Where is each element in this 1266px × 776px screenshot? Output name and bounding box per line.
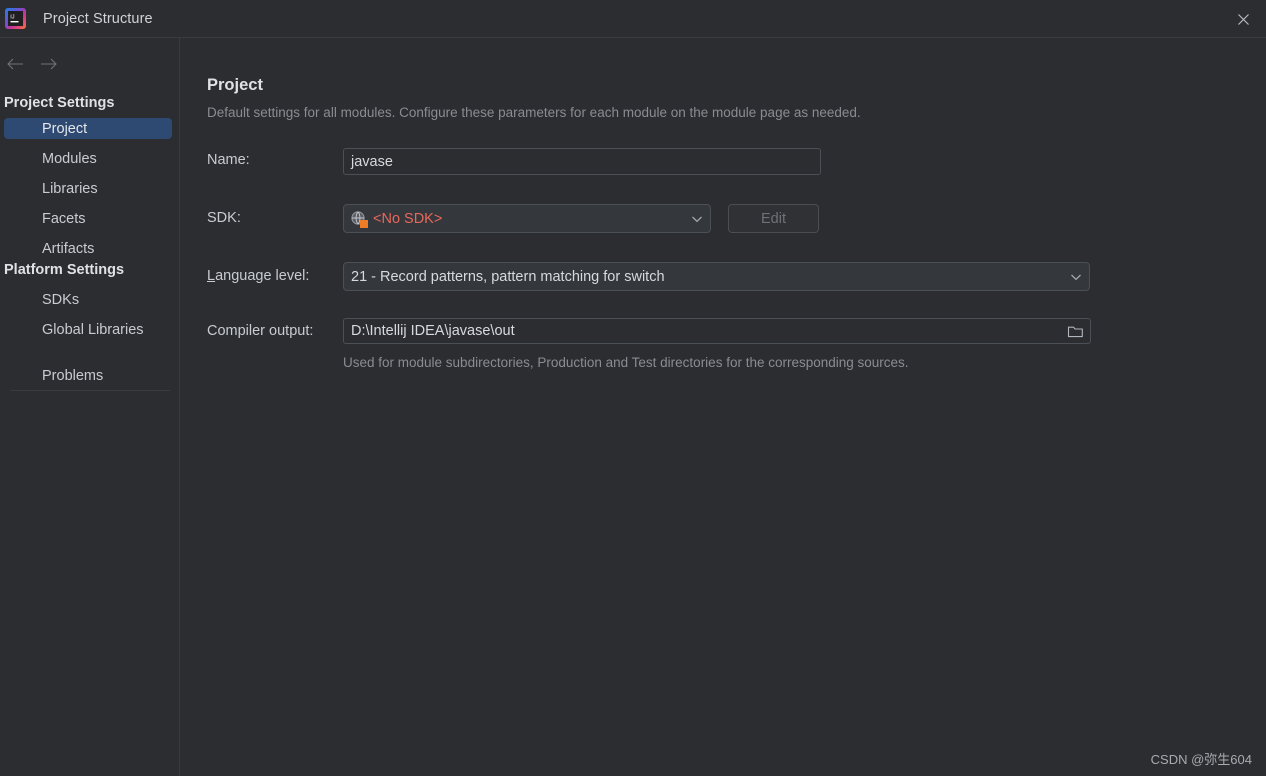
chevron-down-icon (691, 215, 703, 223)
sidebar-item-problems[interactable]: Problems (4, 365, 172, 386)
sdk-value: <No SDK> (373, 210, 443, 227)
settings-sidebar: Project Settings Project Modules Librari… (0, 38, 180, 776)
arrow-right-icon[interactable] (34, 52, 64, 76)
sidebar-item-label: Problems (42, 367, 104, 384)
arrow-left-icon[interactable] (0, 52, 30, 76)
sidebar-item-label: Global Libraries (42, 321, 144, 338)
sidebar-divider (10, 390, 170, 391)
sidebar-item-global-libraries[interactable]: Global Libraries (4, 319, 172, 340)
close-icon[interactable] (1220, 0, 1266, 38)
edit-sdk-button-label: Edit (761, 210, 786, 227)
sdk-globe-warning-icon (351, 211, 368, 228)
sidebar-item-label: SDKs (42, 291, 80, 308)
sidebar-item-sdks[interactable]: SDKs (4, 289, 172, 310)
intellij-idea-logo-icon: IJ (5, 8, 26, 29)
sidebar-item-modules[interactable]: Modules (4, 148, 172, 169)
project-settings-panel: Project Default settings for all modules… (181, 38, 1266, 776)
compiler-output-hint: Used for module subdirectories, Producti… (343, 355, 909, 370)
sidebar-item-label: Artifacts (42, 240, 95, 257)
page-title: Project (207, 76, 263, 94)
window-title: Project Structure (43, 10, 153, 27)
project-structure-dialog: IJ Project Structure Project Settings Pr… (0, 0, 1266, 776)
sidebar-navigation (0, 52, 64, 76)
sidebar-item-label: Project (42, 120, 88, 137)
sdk-dropdown[interactable]: <No SDK> (343, 204, 711, 233)
language-level-value: 21 - Record patterns, pattern matching f… (351, 268, 665, 285)
svg-text:IJ: IJ (10, 15, 15, 21)
warning-badge (360, 220, 368, 228)
compiler-output-value: D:\Intellij IDEA\javase\out (351, 323, 515, 339)
language-level-mnemonic: L (207, 268, 216, 284)
watermark: CSDN @弥生604 (1150, 752, 1252, 767)
sidebar-item-artifacts[interactable]: Artifacts (4, 238, 172, 259)
edit-sdk-button[interactable]: Edit (728, 204, 819, 233)
name-input[interactable]: javase (343, 148, 821, 175)
sidebar-item-project[interactable]: Project (4, 118, 172, 139)
language-level-dropdown[interactable]: 21 - Record patterns, pattern matching f… (343, 262, 1090, 291)
sdk-label: SDK: (207, 210, 241, 226)
sidebar-group-title-project-settings: Project Settings (4, 95, 115, 111)
compiler-output-input[interactable]: D:\Intellij IDEA\javase\out (343, 318, 1091, 344)
window-titlebar: IJ Project Structure (0, 0, 1266, 38)
sidebar-item-facets[interactable]: Facets (4, 208, 172, 229)
folder-icon[interactable] (1061, 319, 1089, 343)
name-input-value: javase (351, 153, 393, 170)
sidebar-item-label: Modules (42, 150, 97, 167)
sidebar-item-label: Facets (42, 210, 86, 227)
language-level-label-rest: anguage level: (215, 268, 310, 284)
compiler-output-label: Compiler output: (207, 323, 314, 339)
sidebar-group-title-platform-settings: Platform Settings (4, 262, 125, 278)
sidebar-item-label: Libraries (42, 180, 98, 197)
name-label: Name: (207, 152, 250, 168)
chevron-down-icon (1070, 273, 1082, 281)
sidebar-item-libraries[interactable]: Libraries (4, 178, 172, 199)
page-description: Default settings for all modules. Config… (207, 105, 861, 120)
language-level-label: Language level: (207, 268, 309, 284)
